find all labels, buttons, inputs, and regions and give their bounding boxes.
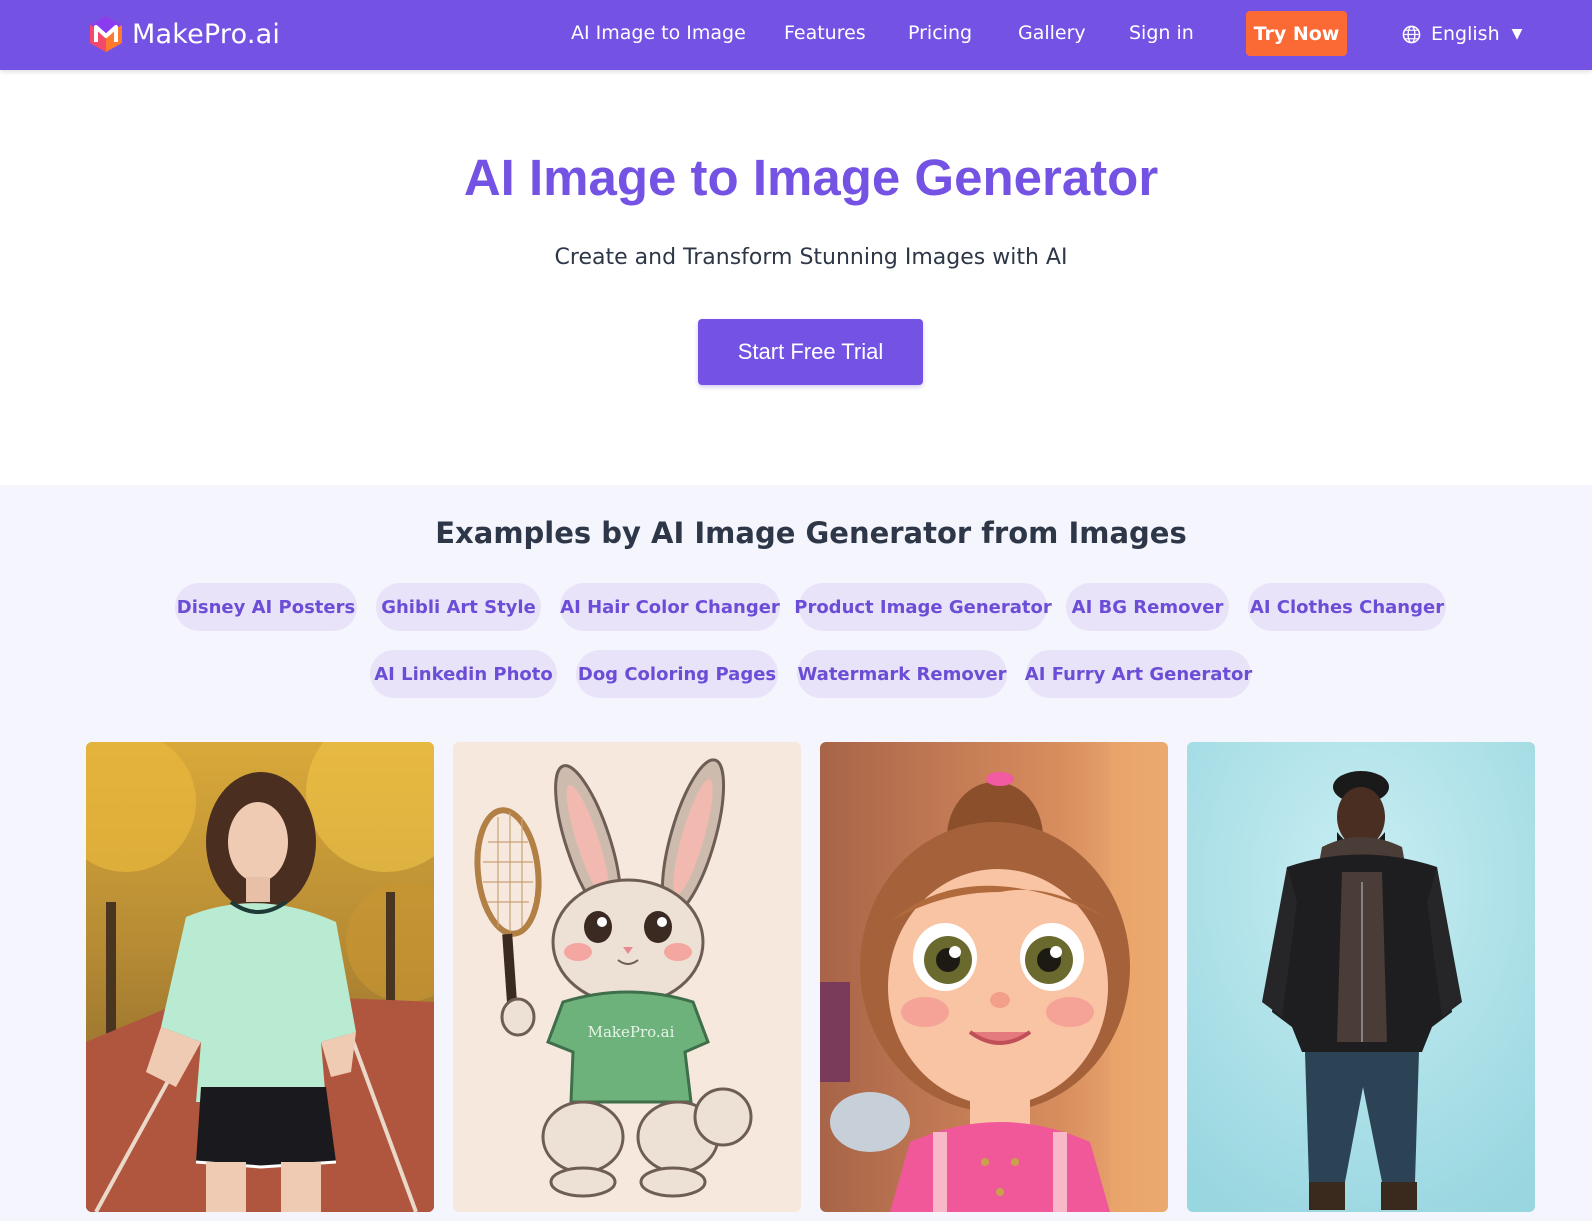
cartoon-girl-image (820, 742, 1168, 1212)
nav-link-gallery[interactable]: Gallery (1018, 22, 1086, 44)
makepro-logo-icon (90, 16, 122, 52)
logo-text: MakePro.ai (132, 18, 281, 50)
chip-watermark-remover[interactable]: Watermark Remover (797, 650, 1007, 698)
nav-link-sign-in[interactable]: Sign in (1129, 22, 1194, 44)
examples-section: Examples by AI Image Generator from Imag… (0, 485, 1592, 1221)
chip-disney-ai-posters[interactable]: Disney AI Posters (175, 583, 357, 631)
language-selector[interactable]: English ▼ (1402, 20, 1522, 48)
chip-ai-linkedin-photo[interactable]: AI Linkedin Photo (370, 650, 557, 698)
chip-ai-clothes-changer[interactable]: AI Clothes Changer (1248, 583, 1446, 631)
nav-link-pricing[interactable]: Pricing (908, 22, 972, 44)
example-card-man-jacket[interactable] (1187, 742, 1535, 1212)
chip-product-image-generator[interactable]: Product Image Generator (794, 583, 1052, 631)
bunny-tennis-image: MakePro.ai (453, 742, 801, 1212)
runner-woman-image (86, 742, 434, 1212)
hero-subtitle: Create and Transform Stunning Images wit… (554, 245, 1068, 270)
top-navbar: MakePro.ai AI Image to Image Features Pr… (0, 0, 1592, 70)
chip-ai-bg-remover[interactable]: AI BG Remover (1066, 583, 1229, 631)
caret-down-icon: ▼ (1511, 26, 1523, 42)
globe-icon (1402, 25, 1421, 43)
examples-title: Examples by AI Image Generator from Imag… (435, 516, 1187, 550)
man-leather-jacket-image (1187, 742, 1535, 1212)
nav-link-features[interactable]: Features (784, 22, 866, 44)
page-title: AI Image to Image Generator (463, 149, 1159, 206)
logo-link[interactable]: MakePro.ai (86, 13, 280, 55)
example-card-cartoon-girl[interactable] (820, 742, 1168, 1212)
chip-ai-hair-color-changer[interactable]: AI Hair Color Changer (560, 583, 780, 631)
start-free-trial-button[interactable]: Start Free Trial (698, 319, 923, 385)
language-label: English (1431, 23, 1500, 45)
try-now-button[interactable]: Try Now (1246, 11, 1347, 56)
chip-ghibli-art-style[interactable]: Ghibli Art Style (376, 583, 541, 631)
chip-ai-furry-art-generator[interactable]: AI Furry Art Generator (1025, 650, 1252, 698)
bunny-shirt-text: MakePro.ai (588, 1023, 675, 1041)
nav-link-ai-image-to-image[interactable]: AI Image to Image (571, 22, 746, 44)
example-card-bunny[interactable]: MakePro.ai (453, 742, 801, 1212)
chip-dog-coloring-pages[interactable]: Dog Coloring Pages (576, 650, 778, 698)
example-card-runner[interactable] (86, 742, 434, 1212)
